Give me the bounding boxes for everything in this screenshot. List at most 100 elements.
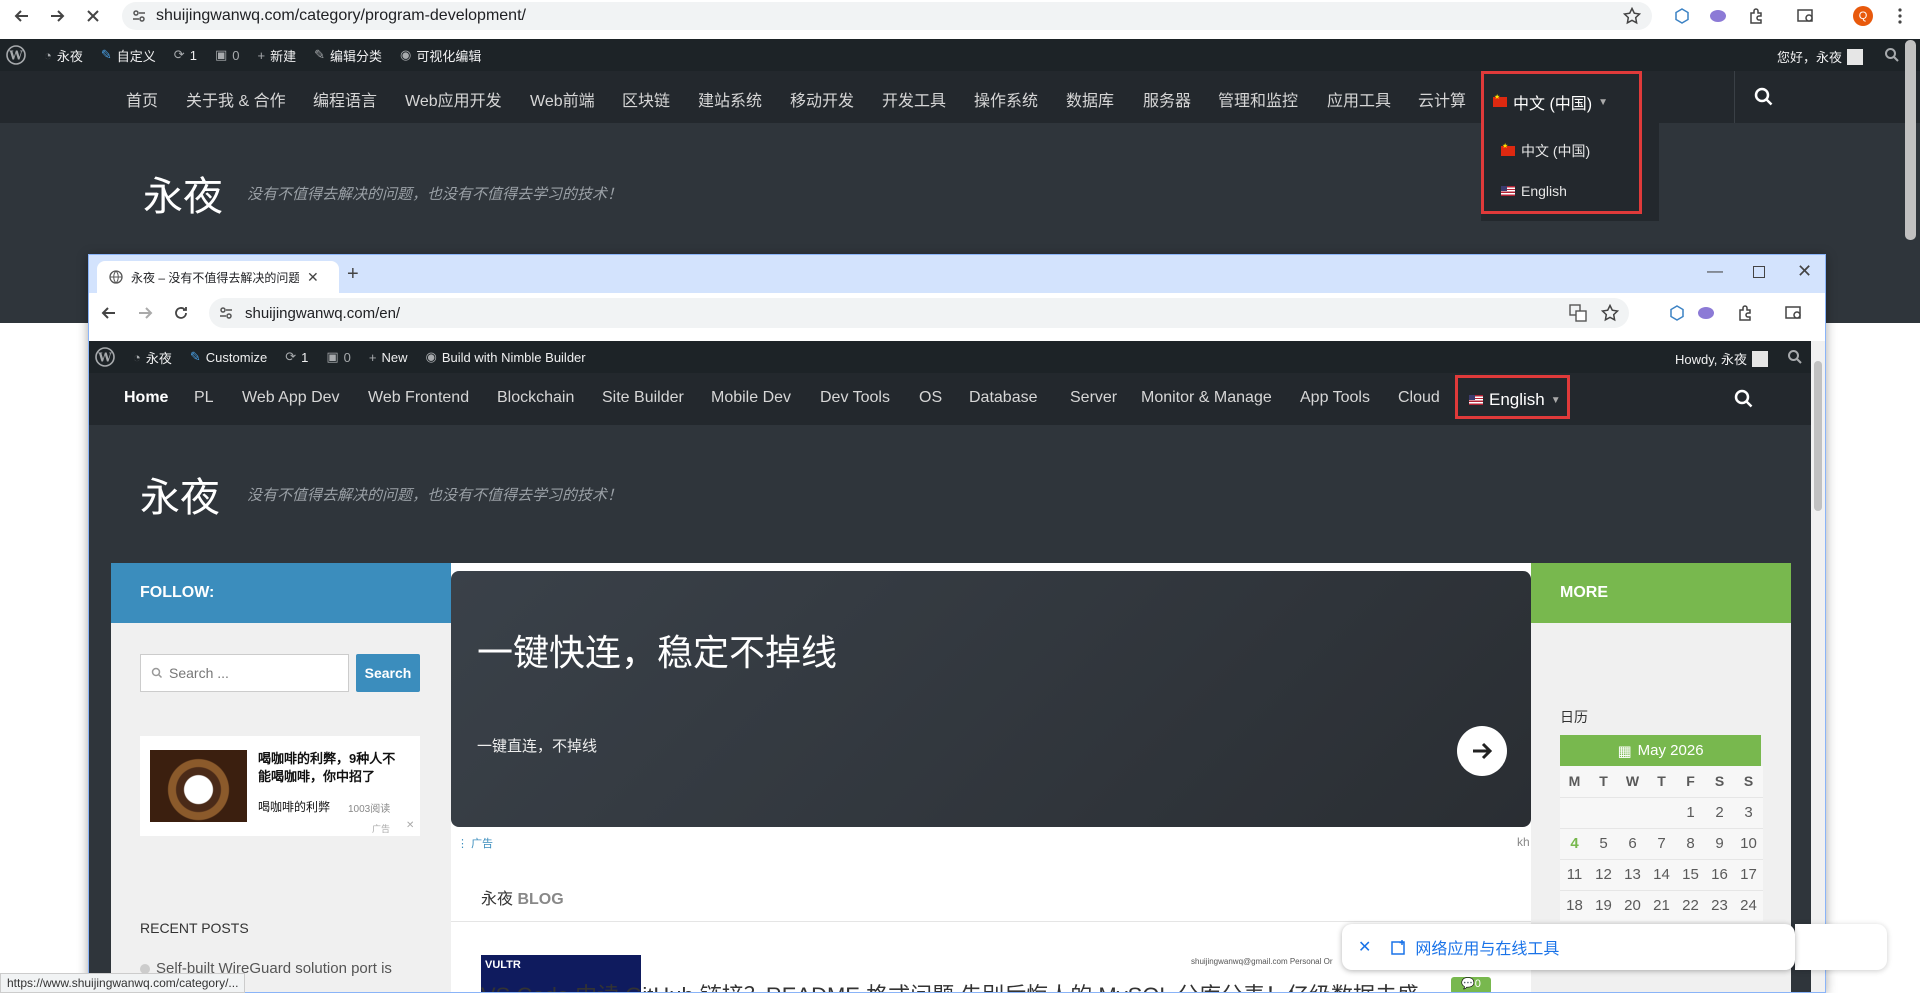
wordpress-logo-icon[interactable]: W (95, 347, 115, 367)
outer-nav-item[interactable]: 建站系统 (698, 87, 762, 111)
inner-nav-item[interactable]: Web App Dev (242, 389, 340, 407)
bookmark-star-icon[interactable] (1601, 304, 1619, 322)
forward-icon[interactable] (137, 305, 153, 321)
outer-nav-item[interactable]: 服务器 (1143, 87, 1191, 111)
minimize-icon[interactable]: — (1707, 263, 1723, 281)
inner-nav-item[interactable]: App Tools (1300, 389, 1370, 407)
outer-site-title[interactable]: 永夜 (143, 164, 223, 222)
outer-nav-item[interactable]: 区块链 (622, 87, 670, 111)
ad-close-icon[interactable]: ✕ (406, 820, 414, 831)
inner-nav-item[interactable]: Blockchain (497, 389, 574, 407)
tab-search-icon[interactable] (1785, 305, 1803, 321)
bottom-toast[interactable]: ✕ 网络应用与在线工具 (1342, 924, 1795, 970)
banner-arrow-icon[interactable] (1457, 726, 1507, 776)
outer-nav-item[interactable]: 关于我 & 合作 (186, 87, 286, 111)
site-info-icon[interactable] (219, 306, 233, 320)
extension-ai-icon[interactable] (1706, 4, 1730, 28)
admin-new[interactable]: + New (369, 350, 408, 365)
inner-scrollbar-thumb[interactable] (1814, 361, 1822, 511)
post-titles-row[interactable]: VS Code 中读 GitHub 链接？README 格式问题 先别后悔人的 … (481, 978, 1419, 992)
profile-avatar[interactable]: Q (1853, 6, 1873, 26)
calendar-day: 3 (1734, 796, 1763, 828)
extensions-puzzle-icon[interactable] (1737, 305, 1753, 321)
admin-howdy[interactable]: Howdy, 永夜 (1675, 349, 1768, 368)
inner-nav-item[interactable]: Database (969, 389, 1038, 407)
admin-customize[interactable]: ✎ Customize (190, 349, 267, 365)
maximize-icon[interactable] (1753, 266, 1765, 278)
outer-nav-item[interactable]: 云计算 (1418, 87, 1466, 111)
admin-customize[interactable]: ✎ 自定义 (101, 46, 156, 65)
extension-hex-icon[interactable] (1670, 4, 1694, 28)
inner-site-title[interactable]: 永夜 (140, 465, 220, 523)
outer-nav-item[interactable]: 编程语言 (313, 87, 377, 111)
close-icon[interactable]: ✕ (1358, 937, 1371, 957)
calendar-day-today[interactable]: 4 (1560, 827, 1589, 859)
address-bar[interactable]: shuijingwanwq.com/category/program-devel… (122, 2, 1652, 30)
outer-nav-item[interactable]: Web前端 (530, 87, 595, 111)
inner-address-bar[interactable]: shuijingwanwq.com/en/ (209, 298, 1629, 328)
inner-nav-item[interactable]: OS (919, 389, 942, 407)
back-icon[interactable] (101, 305, 117, 321)
outer-nav-item[interactable]: 应用工具 (1327, 87, 1391, 111)
sidebar-ad[interactable]: 喝咖啡的利弊，9种人不能喝咖啡，你中招了 喝咖啡的利弊 1003阅读 广告 ✕ (140, 736, 420, 836)
sidebar-search-button[interactable]: Search (356, 654, 420, 692)
site-info-icon[interactable] (132, 9, 146, 23)
inner-nav-item[interactable]: Mobile Dev (711, 389, 791, 407)
admin-edit-category[interactable]: ✎ 编辑分类 (314, 46, 382, 65)
admin-site-name[interactable]: ◔ 永夜 (44, 46, 83, 65)
back-icon[interactable] (8, 2, 36, 30)
ad-title[interactable]: 喝咖啡的利弊，9种人不能喝咖啡，你中招了 (258, 750, 408, 786)
translate-icon[interactable] (1569, 304, 1587, 322)
inner-nav-item[interactable]: Cloud (1398, 389, 1440, 407)
admin-search-icon[interactable] (1787, 349, 1803, 365)
browser-menu-icon[interactable] (1888, 4, 1912, 28)
sidebar-search-input[interactable]: Search ... (140, 654, 349, 692)
inner-nav-item-home[interactable]: Home (124, 389, 168, 407)
inner-nav-item[interactable]: Server (1070, 389, 1117, 407)
tab-search-icon[interactable] (1794, 4, 1818, 28)
admin-updates[interactable]: ⟳ 1 (174, 47, 197, 63)
outer-scrollbar[interactable] (1905, 40, 1916, 240)
admin-comments[interactable]: ▣ 0 (215, 47, 240, 63)
forward-icon[interactable] (43, 2, 71, 30)
inner-nav-item[interactable]: Monitor & Manage (1141, 389, 1272, 407)
inner-nav-item[interactable]: Dev Tools (820, 389, 890, 407)
outer-nav-search-icon[interactable] (1754, 87, 1774, 107)
inner-tab[interactable]: 永夜 – 没有不值得去解决的问题 ✕ (97, 261, 339, 293)
promo-banner[interactable]: 一键快连，稳定不掉线 一键直连，不掉线 (451, 571, 1531, 827)
toast-link[interactable]: 网络应用与在线工具 (1391, 935, 1559, 959)
inner-nav-item[interactable]: Web Frontend (368, 389, 469, 407)
outer-nav-item[interactable]: 开发工具 (882, 87, 946, 111)
extensions-puzzle-icon[interactable] (1744, 4, 1768, 28)
extension-ai-icon[interactable] (1697, 306, 1715, 320)
outer-nav-item[interactable]: Web应用开发 (405, 87, 502, 111)
new-tab-icon[interactable]: + (347, 263, 359, 286)
reload-icon[interactable] (173, 305, 189, 321)
admin-comments[interactable]: ▣ 0 (326, 349, 351, 365)
wordpress-logo-icon[interactable]: W (6, 45, 26, 65)
inner-nav-item[interactable]: PL (194, 389, 214, 407)
outer-nav-item[interactable]: 操作系统 (974, 87, 1038, 111)
extension-hex-icon[interactable] (1669, 305, 1685, 321)
admin-site-name[interactable]: ◔ 永夜 (133, 348, 172, 367)
bookmark-star-icon[interactable] (1620, 4, 1644, 28)
admin-howdy[interactable]: 您好，永夜 (1777, 47, 1864, 66)
outer-nav-item[interactable]: 管理和监控 (1218, 87, 1298, 111)
comment-count-badge[interactable]: 💬0 (1451, 977, 1491, 992)
admin-updates[interactable]: ⟳ 1 (285, 349, 308, 365)
admin-visual-edit[interactable]: ◉ 可视化编辑 (400, 46, 481, 65)
stop-loading-icon[interactable] (79, 2, 107, 30)
admin-nimble[interactable]: ◉ Build with Nimble Builder (425, 349, 585, 365)
close-window-icon[interactable]: ✕ (1797, 261, 1812, 282)
admin-new[interactable]: + 新建 (257, 46, 296, 65)
close-tab-icon[interactable]: ✕ (307, 269, 319, 286)
admin-search-icon[interactable] (1884, 47, 1900, 63)
outer-nav-item[interactable]: 数据库 (1066, 87, 1114, 111)
inner-scrollbar-track[interactable] (1811, 341, 1825, 992)
calendar-day: 15 (1676, 858, 1705, 890)
outer-nav-item[interactable]: 首页 (126, 87, 158, 111)
svg-text:W: W (97, 351, 112, 365)
outer-nav-item[interactable]: 移动开发 (790, 87, 854, 111)
inner-nav-item[interactable]: Site Builder (602, 389, 684, 407)
inner-nav-search-icon[interactable] (1734, 389, 1754, 409)
